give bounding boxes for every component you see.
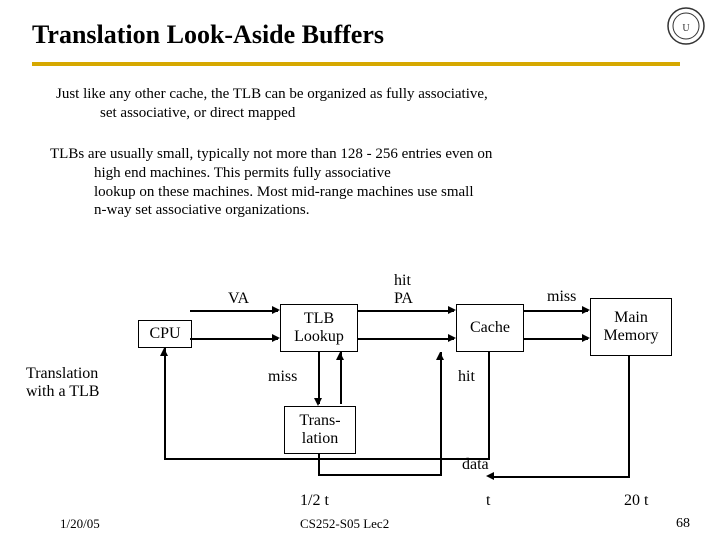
p1-line2: set associative, or direct mapped [56, 104, 692, 123]
miss-label: miss [547, 288, 576, 306]
hit-pa-label: hitPA [394, 272, 413, 308]
hit-label: hit [458, 368, 475, 386]
mem-box: MainMemory [590, 298, 672, 356]
footer-date: 1/20/05 [60, 516, 100, 532]
p2-line3: lookup on these machines. Most mid-range… [50, 183, 702, 202]
svg-text:U: U [682, 23, 690, 34]
slide-title: Translation Look-Aside Buffers [32, 20, 384, 50]
paragraph-2: TLBs are usually small, typically not mo… [50, 145, 702, 220]
footer-course: CS252-S05 Lec2 [300, 516, 389, 532]
page-number: 68 [676, 516, 690, 532]
p1-line1: Just like any other cache, the TLB can b… [56, 86, 488, 102]
cpu-box: CPU [138, 320, 192, 348]
t20-label: 20 t [624, 492, 648, 510]
t12-label: 1/2 t [300, 492, 329, 510]
p2-line1: TLBs are usually small, typically not mo… [50, 146, 492, 162]
va-label: VA [228, 290, 249, 308]
title-underline [32, 62, 680, 66]
cache-box: Cache [456, 304, 524, 352]
translation-box: Trans-lation [284, 406, 356, 454]
p2-line2: high end machines. This permits fully as… [50, 164, 702, 183]
tlb-box: TLBLookup [280, 304, 358, 352]
diagram: Translationwith a TLB CPU TLBLookup Cach… [0, 260, 720, 520]
t-label: t [486, 492, 490, 510]
diagram-caption: Translationwith a TLB [26, 365, 99, 401]
p2-line4: n-way set associative organizations. [50, 201, 702, 220]
seal-logo: U [666, 6, 706, 46]
miss2-label: miss [268, 368, 297, 386]
paragraph-1: Just like any other cache, the TLB can b… [56, 85, 692, 123]
